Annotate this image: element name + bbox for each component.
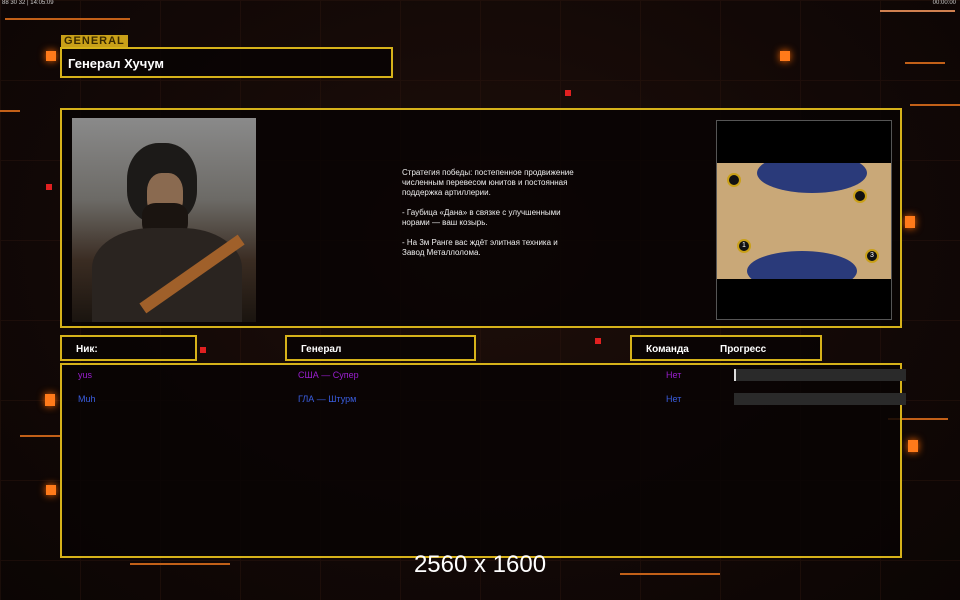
player-row[interactable]: Muh ГЛА — Штурм Нет xyxy=(78,392,906,408)
player-team[interactable]: Нет xyxy=(666,370,681,380)
player-nick: Muh xyxy=(78,394,96,404)
status-left: 88 30 32 | 14:05:09 xyxy=(2,0,54,6)
player-row[interactable]: yus США — Супер Нет xyxy=(78,368,906,384)
progress-bar xyxy=(734,369,906,381)
minimap[interactable]: 1 3 xyxy=(716,120,892,320)
general-name-box: Генерал Хучум xyxy=(60,47,393,78)
briefing-panel: Стратегия победы: постепенное продвижени… xyxy=(60,108,902,328)
player-team[interactable]: Нет xyxy=(666,394,681,404)
header-team-progress: Команда Прогресс xyxy=(630,335,822,361)
player-general[interactable]: ГЛА — Штурм xyxy=(298,394,356,404)
general-logo: GENERAL xyxy=(61,35,128,47)
player-nick: yus xyxy=(78,370,93,380)
decor-square xyxy=(46,51,56,61)
decor-line xyxy=(5,18,130,20)
player-general[interactable]: США — Супер xyxy=(298,370,359,380)
header-nick: Ник: xyxy=(60,335,197,361)
progress-bar xyxy=(734,393,906,405)
general-portrait xyxy=(72,118,256,322)
status-right: 00:00:00 xyxy=(932,0,956,6)
start-position-1[interactable]: 1 xyxy=(737,239,751,253)
start-position-3[interactable]: 3 xyxy=(865,249,879,263)
resolution-watermark: 2560 x 1600 xyxy=(413,551,547,578)
general-name: Генерал Хучум xyxy=(68,56,165,71)
briefing-text: Стратегия победы: постепенное продвижени… xyxy=(402,168,574,257)
players-list: yus США — Супер Нет Muh ГЛА — Штурм Нет xyxy=(60,363,906,558)
header-general: Генерал xyxy=(285,335,476,361)
